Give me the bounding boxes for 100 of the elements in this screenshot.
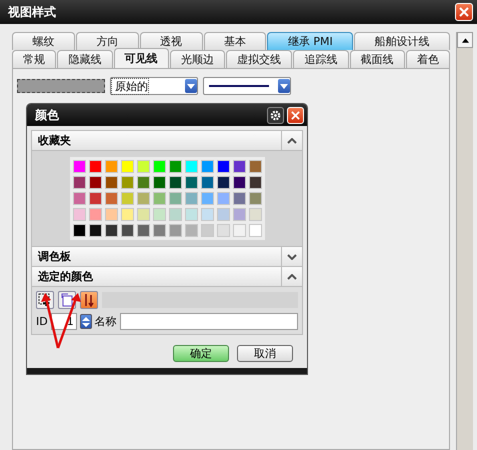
color-swatch[interactable] — [136, 176, 150, 189]
color-swatch[interactable] — [104, 176, 118, 189]
color-swatch[interactable] — [232, 176, 246, 189]
spinner-button[interactable] — [80, 314, 92, 329]
settings-button[interactable] — [267, 106, 284, 124]
tab[interactable]: 光顺边 — [170, 50, 225, 68]
color-swatch[interactable] — [184, 192, 198, 205]
color-swatch[interactable] — [200, 208, 214, 221]
section-header[interactable]: 选定的颜色 — [31, 267, 303, 287]
name-label: 名称 — [94, 314, 117, 329]
scrollbar[interactable] — [456, 32, 473, 450]
color-swatch[interactable] — [248, 208, 262, 221]
line-sample-icon — [209, 85, 269, 87]
color-swatch[interactable] — [248, 160, 262, 173]
tab[interactable]: 方向 — [76, 32, 139, 50]
color-swatch[interactable] — [72, 176, 86, 189]
annotation-arrow — [56, 293, 81, 348]
window-title: 视图样式 — [8, 4, 56, 20]
color-swatch[interactable] — [104, 224, 118, 237]
color-swatch[interactable] — [216, 160, 230, 173]
color-swatch[interactable] — [88, 224, 102, 237]
color-swatch[interactable] — [72, 208, 86, 221]
color-swatch-button[interactable] — [17, 79, 105, 93]
color-swatch[interactable] — [104, 192, 118, 205]
color-swatch[interactable] — [216, 192, 230, 205]
tab[interactable]: 虚拟交线 — [226, 50, 292, 68]
color-swatch[interactable] — [152, 224, 166, 237]
color-swatch[interactable] — [152, 176, 166, 189]
color-swatch[interactable] — [232, 160, 246, 173]
color-swatch[interactable] — [232, 208, 246, 221]
tab[interactable]: 继承 PMI — [267, 32, 354, 50]
color-swatch[interactable] — [200, 224, 214, 237]
tab[interactable]: 基本 — [204, 32, 266, 50]
color-swatch[interactable] — [88, 192, 102, 205]
tab[interactable]: 螺纹 — [12, 32, 75, 50]
color-swatch[interactable] — [168, 208, 182, 221]
color-swatch[interactable] — [72, 160, 86, 173]
color-swatch[interactable] — [120, 192, 134, 205]
tab[interactable]: 常规 — [12, 50, 56, 68]
color-swatch[interactable] — [72, 192, 86, 205]
color-swatch[interactable] — [184, 160, 198, 173]
color-swatch[interactable] — [216, 224, 230, 237]
color-swatch[interactable] — [216, 176, 230, 189]
color-swatch[interactable] — [248, 176, 262, 189]
tab[interactable]: 截面线 — [350, 50, 405, 68]
color-swatch[interactable] — [88, 208, 102, 221]
color-swatch[interactable] — [184, 176, 198, 189]
color-swatch[interactable] — [168, 224, 182, 237]
dialog-button[interactable]: 确定 — [173, 345, 229, 362]
tab[interactable]: 着色 — [406, 50, 450, 68]
name-field[interactable] — [120, 313, 298, 330]
close-icon — [291, 110, 300, 120]
close-button[interactable] — [287, 106, 304, 124]
dialog-title: 颜色 — [35, 106, 60, 124]
color-swatch[interactable] — [104, 160, 118, 173]
sort-button[interactable] — [80, 291, 98, 309]
color-swatch[interactable] — [248, 224, 262, 237]
color-swatch[interactable] — [232, 224, 246, 237]
scroll-up-button[interactable] — [457, 32, 473, 48]
color-swatch[interactable] — [72, 224, 86, 237]
tab[interactable]: 隐藏线 — [57, 50, 112, 68]
dialog-button[interactable]: 取消 — [237, 345, 293, 362]
tab[interactable]: 追踪线 — [293, 50, 348, 68]
section-header[interactable]: 收藏夹 — [31, 130, 303, 151]
color-swatch[interactable] — [152, 192, 166, 205]
color-swatch[interactable] — [200, 192, 214, 205]
color-swatch[interactable] — [136, 192, 150, 205]
color-swatch[interactable] — [88, 160, 102, 173]
color-swatch[interactable] — [248, 192, 262, 205]
color-swatch[interactable] — [136, 208, 150, 221]
color-dropdown[interactable]: 原始的 — [110, 77, 198, 95]
color-swatch[interactable] — [184, 224, 198, 237]
color-swatch[interactable] — [136, 224, 150, 237]
color-swatch[interactable] — [120, 208, 134, 221]
color-swatch[interactable] — [232, 192, 246, 205]
color-swatch[interactable] — [216, 208, 230, 221]
color-swatch[interactable] — [120, 160, 134, 173]
tab[interactable]: 透视 — [140, 32, 203, 50]
copy-color-button[interactable] — [58, 291, 76, 309]
tab[interactable]: 可见线 — [114, 48, 169, 68]
color-swatch[interactable] — [184, 208, 198, 221]
color-swatch[interactable] — [152, 208, 166, 221]
color-swatch[interactable] — [120, 176, 134, 189]
section-header[interactable]: 调色板 — [31, 247, 303, 267]
color-swatch[interactable] — [168, 160, 182, 173]
color-swatch[interactable] — [88, 176, 102, 189]
color-swatch[interactable] — [168, 192, 182, 205]
color-swatch[interactable] — [120, 224, 134, 237]
color-swatch[interactable] — [104, 208, 118, 221]
close-icon — [459, 7, 469, 17]
color-swatch[interactable] — [152, 160, 166, 173]
line-style-dropdown[interactable] — [203, 77, 291, 95]
color-swatch[interactable] — [200, 160, 214, 173]
id-label: ID — [36, 315, 48, 328]
color-swatch[interactable] — [136, 160, 150, 173]
tab[interactable]: 船舶设计线 — [354, 32, 450, 50]
scroll-up-icon — [462, 38, 468, 42]
color-swatch[interactable] — [168, 176, 182, 189]
settings-icon — [270, 110, 281, 120]
color-swatch[interactable] — [200, 176, 214, 189]
